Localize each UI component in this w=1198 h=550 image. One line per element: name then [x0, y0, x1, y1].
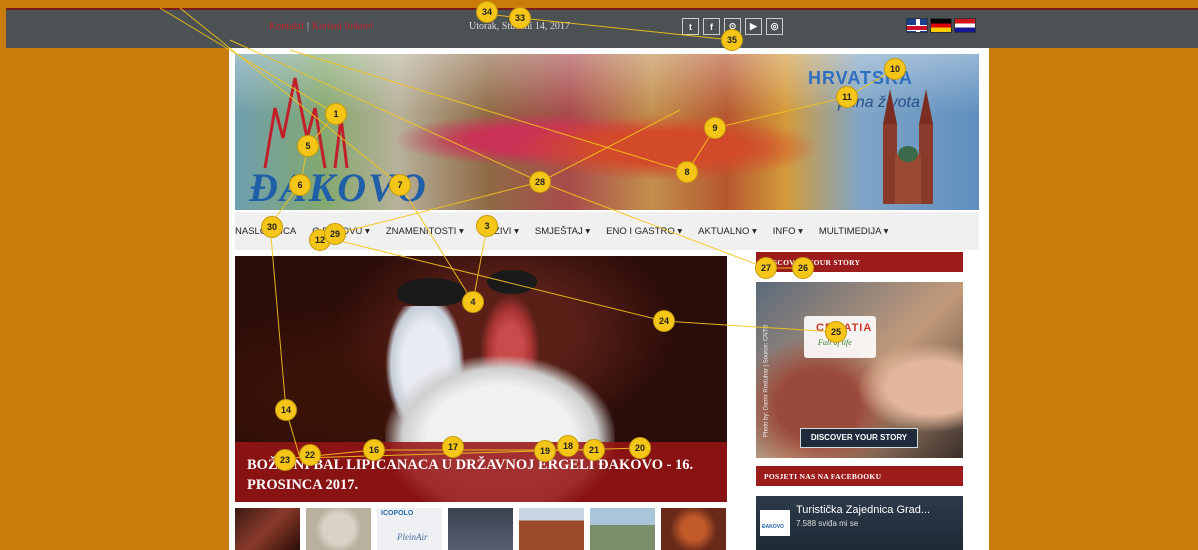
- current-date: Utorak, Studeni 14, 2017: [469, 21, 570, 32]
- cathedral-sketch-icon: [263, 77, 349, 169]
- nav-item-info[interactable]: INFO ▾: [765, 226, 811, 237]
- sidebar-heading-story: DISCOVER YOUR STORY: [756, 252, 963, 272]
- english-flag-icon[interactable]: [906, 18, 928, 33]
- cathedral-image: [883, 89, 933, 204]
- thumbnail[interactable]: ICOPOLO PleinAir: [377, 508, 442, 550]
- twitter-icon[interactable]: t: [682, 18, 699, 35]
- thumbnail-brand: ICOPOLO: [381, 510, 414, 517]
- croatia-logo-text: CROATIA: [816, 322, 873, 334]
- facebook-likes: 7.588 sviđa mi se: [796, 519, 859, 528]
- main-navigation: NASLOVNICA O ĐAKOVU ▾ ZNAMENITOSTI ▾ DOŽ…: [235, 212, 979, 250]
- thumbnail[interactable]: [519, 508, 584, 550]
- croatia-logo: CROATIA Full of life: [804, 316, 876, 358]
- page-container: ĐAKOVO HRVATSKA puna života NASLOVNICA O…: [229, 48, 989, 550]
- pinterest-icon[interactable]: ⊙: [724, 18, 741, 35]
- hero-slider[interactable]: BOŽIĆNI BAL LIPICANACA U DRŽAVNOJ ERGELI…: [235, 256, 727, 502]
- facebook-icon[interactable]: f: [703, 18, 720, 35]
- nav-item-multimedia[interactable]: MULTIMEDIJA ▾: [811, 226, 897, 237]
- discover-story-banner[interactable]: CROATIA Full of life Photo by: Damir Ros…: [756, 282, 963, 458]
- nav-item-experience[interactable]: DOŽIVI ▾: [472, 226, 527, 237]
- social-links: t f ⊙ ▶ ◎: [682, 18, 783, 35]
- hero-caption-text[interactable]: BOŽIĆNI BAL LIPICANACA U DRŽAVNOJ ERGELI…: [247, 457, 693, 493]
- city-logo[interactable]: ĐAKOVO: [249, 164, 428, 210]
- discover-story-button[interactable]: DISCOVER YOUR STORY: [800, 428, 918, 448]
- nav-item-news[interactable]: AKTUALNO ▾: [690, 226, 765, 237]
- hero-caption[interactable]: BOŽIĆNI BAL LIPICANACA U DRŽAVNOJ ERGELI…: [235, 442, 727, 502]
- hero-hat: [397, 278, 465, 306]
- contacts-link[interactable]: Kontakti: [269, 21, 304, 32]
- thumbnail[interactable]: [661, 508, 726, 550]
- facebook-widget[interactable]: ĐAKOVO Turistička Zajednica Grad... 7.58…: [756, 496, 963, 550]
- youtube-icon[interactable]: ▶: [745, 18, 762, 35]
- thumbnail[interactable]: [306, 508, 371, 550]
- nav-item-home[interactable]: NASLOVNICA: [235, 226, 304, 237]
- photo-credit: Photo by: Damir Rostuhar | Source: CNTB: [763, 324, 770, 438]
- thumbnail[interactable]: [235, 508, 300, 550]
- link-separator: |: [307, 21, 310, 32]
- facebook-page-avatar[interactable]: ĐAKOVO: [760, 510, 790, 536]
- thumbnail[interactable]: [590, 508, 655, 550]
- facebook-page-name[interactable]: Turistička Zajednica Grad...: [796, 504, 930, 516]
- top-links: Kontakti | Korisni linkovi: [269, 21, 373, 32]
- header-banner[interactable]: ĐAKOVO HRVATSKA puna života: [235, 54, 979, 210]
- croatian-flag-icon[interactable]: [954, 18, 976, 33]
- facebook-avatar-text: ĐAKOVO: [762, 524, 784, 530]
- nav-item-about[interactable]: O ĐAKOVU ▾: [304, 226, 378, 237]
- useful-links-link[interactable]: Korisni linkovi: [312, 21, 373, 32]
- instagram-icon[interactable]: ◎: [766, 18, 783, 35]
- nav-item-accommodation[interactable]: SMJEŠTAJ ▾: [527, 226, 598, 237]
- hero-hat: [487, 270, 537, 294]
- sidebar-heading-facebook: POSJETI NAS NA FACEBOOKU: [756, 466, 963, 486]
- nav-item-sights[interactable]: ZNAMENITOSTI ▾: [378, 226, 472, 237]
- nav-item-food-wine[interactable]: ENO I GASTRO ▾: [598, 226, 690, 237]
- language-switcher: [906, 18, 976, 33]
- croatia-tagline: Full of life: [818, 338, 852, 347]
- top-bar: Kontakti | Korisni linkovi Utorak, Studeni…: [6, 8, 1198, 48]
- german-flag-icon[interactable]: [930, 18, 952, 33]
- thumbnail[interactable]: [448, 508, 513, 550]
- thumbnail-script: PleinAir: [397, 532, 428, 542]
- slider-thumbnails: ICOPOLO PleinAir: [235, 508, 727, 550]
